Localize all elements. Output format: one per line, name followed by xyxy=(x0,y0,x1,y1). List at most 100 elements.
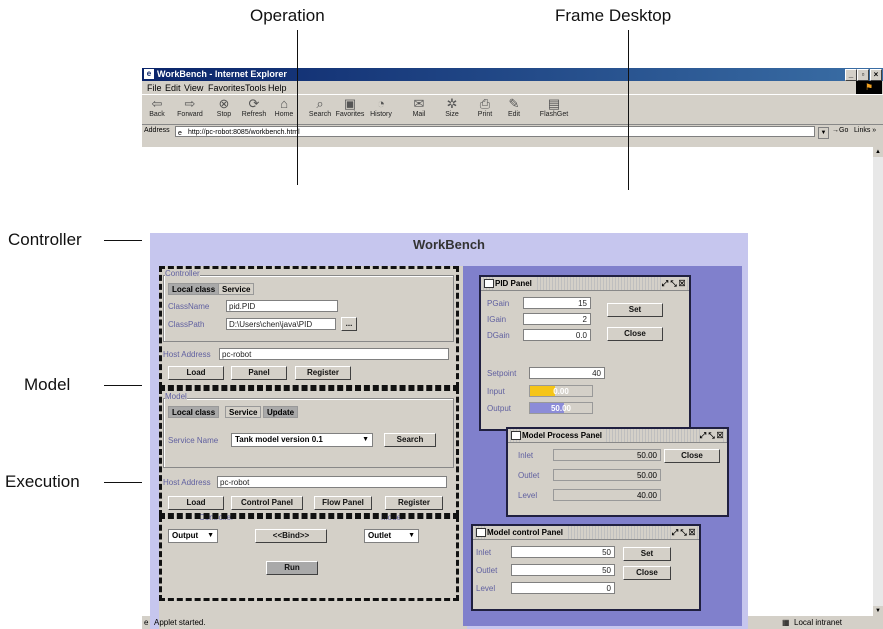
operation-panel: Controller Local class Service ClassName… xyxy=(159,266,467,629)
control-level-field[interactable]: 0 xyxy=(511,582,615,594)
input-gauge: 0.00 xyxy=(529,385,593,397)
callout-frame-desktop: Frame Desktop xyxy=(555,6,672,25)
print-icon: ⎙ xyxy=(479,96,491,111)
toolbar-home[interactable]: ⌂ Home xyxy=(269,97,299,119)
callout-execution: Execution xyxy=(5,472,80,491)
size-icon: ✲ xyxy=(446,96,458,111)
frame-controls-icon[interactable]: ⤢ ⤡ ☒ xyxy=(671,526,695,539)
model-control-panel-titlebar[interactable]: Model control Panel ⤢ ⤡ ☒ xyxy=(473,526,699,540)
close-button[interactable]: × xyxy=(870,69,882,81)
pgain-field[interactable]: 15 xyxy=(523,297,591,309)
output-gauge: 50.00 xyxy=(529,402,593,414)
model-control-panel: Model control Panel ⤢ ⤡ ☒ Inlet 50 Outlet… xyxy=(471,524,701,611)
igain-field[interactable]: 2 xyxy=(523,313,591,325)
model-process-panel: Model Process Panel ⤢ ⤡ ☒ Inlet 50.00 Out… xyxy=(506,427,729,517)
pid-close-button[interactable]: Close xyxy=(607,327,663,341)
refresh-icon: ⟳ xyxy=(248,96,260,111)
menu-tools[interactable]: Tools xyxy=(245,83,266,93)
process-inlet-label: Inlet xyxy=(518,451,534,460)
setpoint-label: Setpoint xyxy=(487,369,517,378)
links-button[interactable]: Links » xyxy=(854,127,876,134)
dgain-field[interactable]: 0.0 xyxy=(523,329,591,341)
toolbar-print[interactable]: ⎙ Print xyxy=(470,96,500,119)
toolbar-forward[interactable]: ⇨ Forward xyxy=(175,96,205,119)
favorites-icon: ▣ xyxy=(343,96,357,111)
model-process-panel-titlebar[interactable]: Model Process Panel ⤢ ⤡ ☒ xyxy=(508,429,727,443)
pid-set-button[interactable]: Set xyxy=(607,303,663,317)
workbench-applet: WorkBench Controller Local class Service… xyxy=(150,233,748,629)
execution-region-outline xyxy=(159,516,459,601)
minimize-button[interactable]: _ xyxy=(845,69,857,81)
toolbar-search[interactable]: ⌕ Search xyxy=(305,96,335,119)
pid-panel: PID Panel ⤢ ⤡ ☒ PGain 15 IGain 2 DGain 0.… xyxy=(479,275,691,431)
frame-controls-icon[interactable]: ⤢ ⤡ ☒ xyxy=(661,277,685,290)
vertical-scrollbar[interactable]: ▲ ▼ xyxy=(873,147,883,616)
scroll-up-arrow-icon[interactable]: ▲ xyxy=(873,147,883,157)
flashget-icon: ▤ xyxy=(547,96,561,111)
toolbar-history[interactable]: ◔ History xyxy=(366,96,396,119)
scroll-down-arrow-icon[interactable]: ▼ xyxy=(873,606,883,616)
address-label: Address xyxy=(144,127,170,134)
input-gauge-fill xyxy=(530,386,555,396)
callout-arrow-operation xyxy=(284,162,312,188)
address-url: http://pc-robot:8085/workbench.html xyxy=(188,129,300,136)
address-input[interactable]: e http://pc-robot:8085/workbench.html xyxy=(175,126,815,137)
page-content: WorkBench Controller Local class Service… xyxy=(142,147,873,629)
status-page-icon: e xyxy=(144,618,149,627)
process-inlet-value: 50.00 xyxy=(553,449,661,461)
process-level-label: Level xyxy=(518,491,538,500)
toolbar-size[interactable]: ✲ Size xyxy=(437,96,467,119)
toolbar-mail[interactable]: ✉ Mail xyxy=(404,97,434,119)
applet-title: WorkBench xyxy=(413,237,485,252)
control-close-button[interactable]: Close xyxy=(623,566,671,580)
control-set-button[interactable]: Set xyxy=(623,547,671,561)
process-level-value: 40.00 xyxy=(553,489,661,501)
search-icon: ⌕ xyxy=(316,96,324,111)
ie-logo-icon: e xyxy=(144,69,154,79)
history-icon: ◔ xyxy=(377,96,385,111)
toolbar-refresh[interactable]: ⟳ Refresh xyxy=(239,96,269,119)
status-text: Applet started. xyxy=(154,618,206,627)
window-title: WorkBench - Internet Explorer xyxy=(157,69,287,79)
maximize-button[interactable]: ▫ xyxy=(857,69,869,81)
menu-bar: File Edit View Favorites Tools Help ⚑ xyxy=(142,81,883,94)
process-close-button[interactable]: Close xyxy=(664,449,720,463)
toolbar: ⇦ Back ⇨ Forward ⊗ Stop ⟳ Refresh ⌂ Home ⌕ Sea… xyxy=(142,94,883,125)
callout-controller: Controller xyxy=(8,230,82,249)
page-icon: e xyxy=(178,130,182,137)
frame-controls-icon[interactable]: ⤢ ⤡ ☒ xyxy=(699,429,723,442)
callout-model: Model xyxy=(24,375,71,394)
controller-region-outline xyxy=(159,266,459,388)
control-inlet-label: Inlet xyxy=(476,548,492,557)
address-dropdown-icon[interactable]: ▼ xyxy=(818,127,829,139)
menu-favorites[interactable]: Favorites xyxy=(208,83,245,93)
menu-edit[interactable]: Edit xyxy=(165,83,181,93)
setpoint-field[interactable]: 40 xyxy=(529,367,605,379)
toolbar-favorites[interactable]: ▣ Favorites xyxy=(335,96,365,119)
control-outlet-field[interactable]: 50 xyxy=(511,564,615,576)
pid-panel-titlebar[interactable]: PID Panel ⤢ ⤡ ☒ xyxy=(481,277,689,291)
control-inlet-field[interactable]: 50 xyxy=(511,546,615,558)
dgain-label: DGain xyxy=(487,331,510,340)
toolbar-stop[interactable]: ⊗ Stop xyxy=(209,97,239,119)
menu-help[interactable]: Help xyxy=(268,83,287,93)
back-arrow-icon: ⇦ xyxy=(151,96,163,111)
igain-label: IGain xyxy=(487,315,507,324)
go-button[interactable]: →Go xyxy=(832,127,848,134)
title-bar: e WorkBench - Internet Explorer _ ▫ × xyxy=(142,68,883,81)
toolbar-edit[interactable]: ✎ Edit xyxy=(499,97,529,119)
toolbar-flashget[interactable]: ▤ FlashGet xyxy=(534,96,574,119)
callout-operation: Operation xyxy=(250,6,325,25)
process-outlet-value: 50.00 xyxy=(553,469,661,481)
process-outlet-label: Outlet xyxy=(518,471,540,480)
windows-flag-icon: ⚑ xyxy=(856,81,882,94)
menu-file[interactable]: File xyxy=(147,83,162,93)
output-label: Output xyxy=(487,404,512,413)
toolbar-back[interactable]: ⇦ Back xyxy=(142,96,172,119)
control-level-label: Level xyxy=(476,584,496,593)
callout-line-frame-desktop xyxy=(628,30,629,190)
menu-view[interactable]: View xyxy=(184,83,203,93)
status-zone: Local intranet xyxy=(794,618,843,627)
forward-arrow-icon: ⇨ xyxy=(184,96,196,111)
input-label: Input xyxy=(487,387,505,396)
